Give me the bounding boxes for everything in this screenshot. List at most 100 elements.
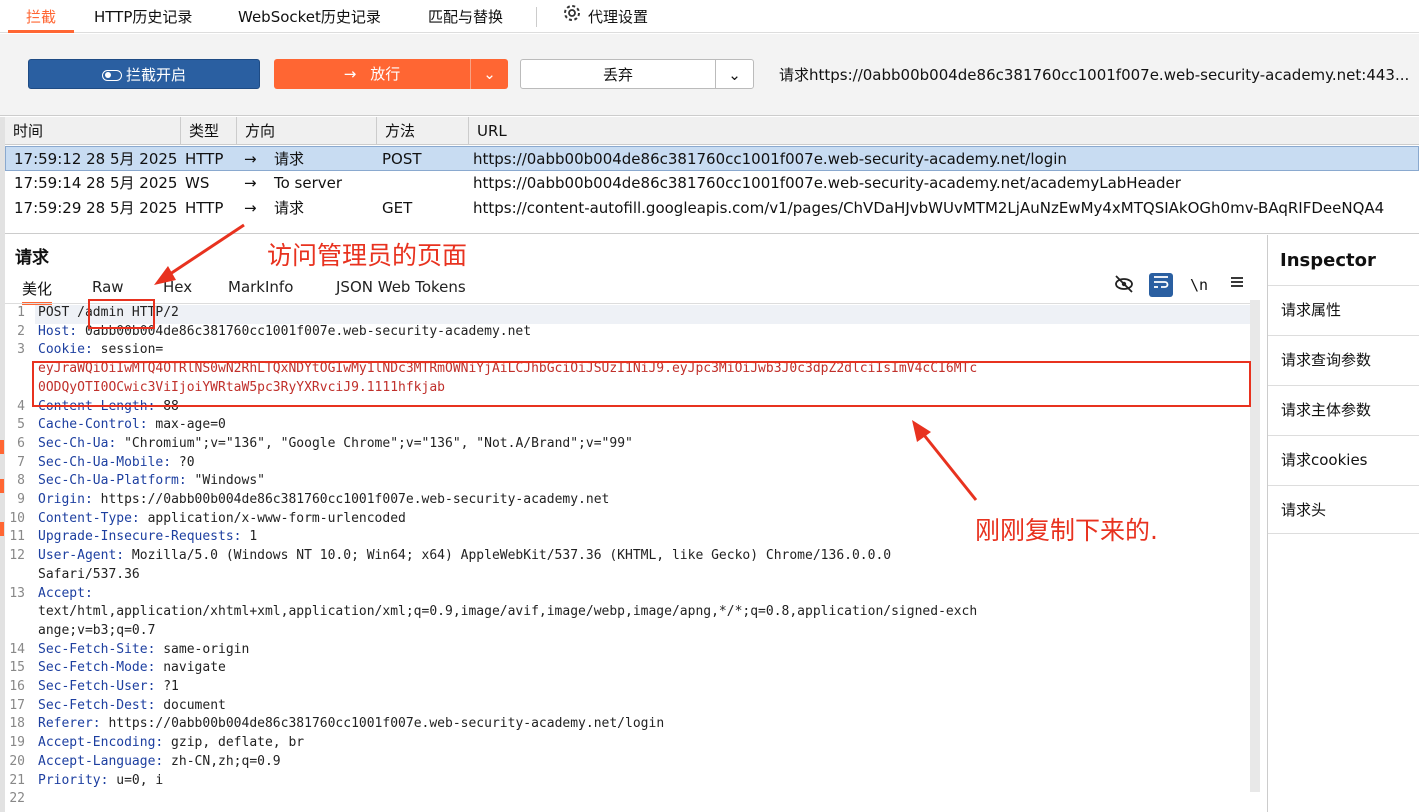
header-value: Safari/537.36 <box>38 566 140 582</box>
header-name: User-Agent: <box>38 548 125 564</box>
table-row[interactable]: 17:59:14 28 5月 2025 WS → To server https… <box>5 171 1419 196</box>
header-value: ?0 <box>171 454 195 470</box>
code-line: User-Agent: Mozilla/5.0 (Windows NT 10.0… <box>38 548 891 563</box>
intercept-queue-table: 时间 类型 方向 方法 URL 17:59:12 28 5月 2025 HTTP… <box>5 117 1419 234</box>
code-line: Priority: u=0, i <box>38 773 163 788</box>
drop-options-button[interactable]: ⌄ <box>715 59 754 89</box>
header-value: gzip, deflate, br <box>163 735 305 751</box>
code-line: Sec-Fetch-Mode: navigate <box>38 660 226 675</box>
hide-icon[interactable] <box>1112 273 1136 297</box>
cell-type: HTTP <box>185 150 224 168</box>
cell-url: https://0abb00b004de86c381760cc1001f007e… <box>473 174 1181 192</box>
column-header-time[interactable]: 时间 <box>5 117 181 145</box>
inspector-body-params[interactable]: 请求主体参数 <box>1268 385 1419 434</box>
line-number: 2 <box>17 323 25 339</box>
header-value: max-age=0 <box>147 417 226 433</box>
newline-toggle[interactable]: \n <box>1187 273 1211 297</box>
inspector-panel: Inspector 请求属性 请求查询参数 请求主体参数 请求cookies 请… <box>1267 235 1419 812</box>
header-name: Sec-Fetch-Mode: <box>38 660 156 676</box>
code-line: Accept-Language: zh-CN,zh;q=0.9 <box>38 754 281 769</box>
inspector-query-params[interactable]: 请求查询参数 <box>1268 335 1419 384</box>
table-row[interactable]: 17:59:29 28 5月 2025 HTTP → 请求 GET https:… <box>5 196 1419 221</box>
header-name: Priority: <box>38 772 109 788</box>
tab-http-history[interactable]: HTTP历史记录 <box>94 0 192 33</box>
code-line: Sec-Ch-Ua: "Chromium";v="136", "Google C… <box>38 436 633 451</box>
header-value: "Windows" <box>186 473 265 489</box>
arrow-right-icon: → <box>343 65 357 83</box>
gear-icon <box>562 1 582 35</box>
tab-intercept[interactable]: 拦截 <box>8 0 74 33</box>
header-name: Sec-Ch-Ua-Mobile: <box>38 454 172 470</box>
header-value: zh-CN,zh;q=0.9 <box>163 753 281 769</box>
inspector-headers[interactable]: 请求头 <box>1268 485 1419 534</box>
code-line: Accept: <box>38 586 93 601</box>
current-line-highlight <box>35 305 1250 324</box>
code-line: Cache-Control: max-age=0 <box>38 417 226 432</box>
tab-hex[interactable]: Hex <box>163 278 192 296</box>
line-number: 12 <box>9 548 25 564</box>
cell-direction: To server <box>274 174 343 192</box>
cell-time: 17:59:14 28 5月 2025 <box>14 174 178 192</box>
forward-options-button[interactable]: ⌄ <box>470 59 508 89</box>
header-name: Upgrade-Insecure-Requests: <box>38 529 242 545</box>
tab-pretty[interactable]: 美化 <box>22 278 53 305</box>
nav-divider <box>536 7 537 27</box>
menu-icon[interactable] <box>1225 273 1249 297</box>
line-number: 21 <box>9 772 25 788</box>
line-number: 22 <box>9 791 25 807</box>
annotation-admin-note: 访问管理员的页面 <box>267 241 468 270</box>
intercept-toggle-button[interactable]: 拦截开启 <box>28 59 260 89</box>
intercept-toggle-label: 拦截开启 <box>125 66 186 84</box>
column-header-direction[interactable]: 方向 <box>237 117 377 145</box>
header-value: https://0abb00b004de86c381760cc1001f007e… <box>100 716 665 732</box>
inspector-request-attributes[interactable]: 请求属性 <box>1268 285 1419 334</box>
tab-json-web-tokens[interactable]: JSON Web Tokens <box>336 278 466 296</box>
line-number: 11 <box>9 529 25 545</box>
line-number: 8 <box>17 473 25 489</box>
code-line: Content-Type: application/x-www-form-url… <box>38 511 406 526</box>
forward-button[interactable]: → 放行 <box>274 59 470 89</box>
cell-type: WS <box>185 174 210 192</box>
header-name: Accept: <box>38 585 93 601</box>
cell-direction: 请求 <box>274 199 305 217</box>
column-header-method[interactable]: 方法 <box>377 117 469 145</box>
cell-method: POST <box>382 150 422 168</box>
header-name: Sec-Ch-Ua-Platform: <box>38 473 187 489</box>
header-name: Cookie: <box>38 342 93 358</box>
tab-markinfo[interactable]: MarkInfo <box>228 278 293 296</box>
code-line: Referer: https://0abb00b004de86c381760cc… <box>38 716 664 731</box>
tab-websocket-history[interactable]: WebSocket历史记录 <box>238 0 381 33</box>
code-line: Safari/537.36 <box>38 567 140 582</box>
header-value: same-origin <box>155 641 250 657</box>
editor-scrollbar[interactable] <box>1250 300 1260 792</box>
column-header-url[interactable]: URL <box>469 117 1419 145</box>
header-value: navigate <box>155 660 226 676</box>
header-value: ange;v=b3;q=0.7 <box>38 622 156 638</box>
arrow-right-icon: → <box>244 199 257 217</box>
code-line: Origin: https://0abb00b004de86c381760cc1… <box>38 492 609 507</box>
header-name: Sec-Fetch-Dest: <box>38 697 156 713</box>
drop-button[interactable]: 丢弃 <box>520 59 716 89</box>
header-value: application/x-www-form-urlencoded <box>139 510 406 526</box>
chevron-down-icon: ⌄ <box>728 66 741 84</box>
code-line: Sec-Ch-Ua-Mobile: ?0 <box>38 455 195 470</box>
code-line: Upgrade-Insecure-Requests: 1 <box>38 529 257 544</box>
line-number: 13 <box>9 585 25 601</box>
header-name: Accept-Language: <box>38 753 164 769</box>
table-row[interactable]: 17:59:12 28 5月 2025 HTTP → 请求 POST https… <box>5 146 1419 171</box>
header-value: https://0abb00b004de86c381760cc1001f007e… <box>92 492 610 507</box>
wrap-lines-icon[interactable] <box>1149 273 1173 297</box>
tab-raw[interactable]: Raw <box>92 278 124 296</box>
header-value: session= <box>92 342 164 358</box>
tab-match-replace[interactable]: 匹配与替换 <box>428 0 503 33</box>
header-name: Sec-Fetch-Site: <box>38 641 156 657</box>
chevron-down-icon: ⌄ <box>483 65 496 83</box>
column-header-type[interactable]: 类型 <box>181 117 237 145</box>
edge-marker <box>0 440 4 454</box>
edge-marker <box>0 522 4 536</box>
intercept-toolbar: 拦截开启 → 放行 ⌄ 丢弃 ⌄ 请求https://0abb00b004de86… <box>0 34 1419 116</box>
inspector-cookies[interactable]: 请求cookies <box>1268 435 1419 484</box>
header-value: "Chromium";v="136", "Google Chrome";v="1… <box>116 435 633 451</box>
tab-proxy-settings[interactable]: 代理设置 <box>562 0 648 33</box>
header-name: Host: <box>38 323 78 339</box>
